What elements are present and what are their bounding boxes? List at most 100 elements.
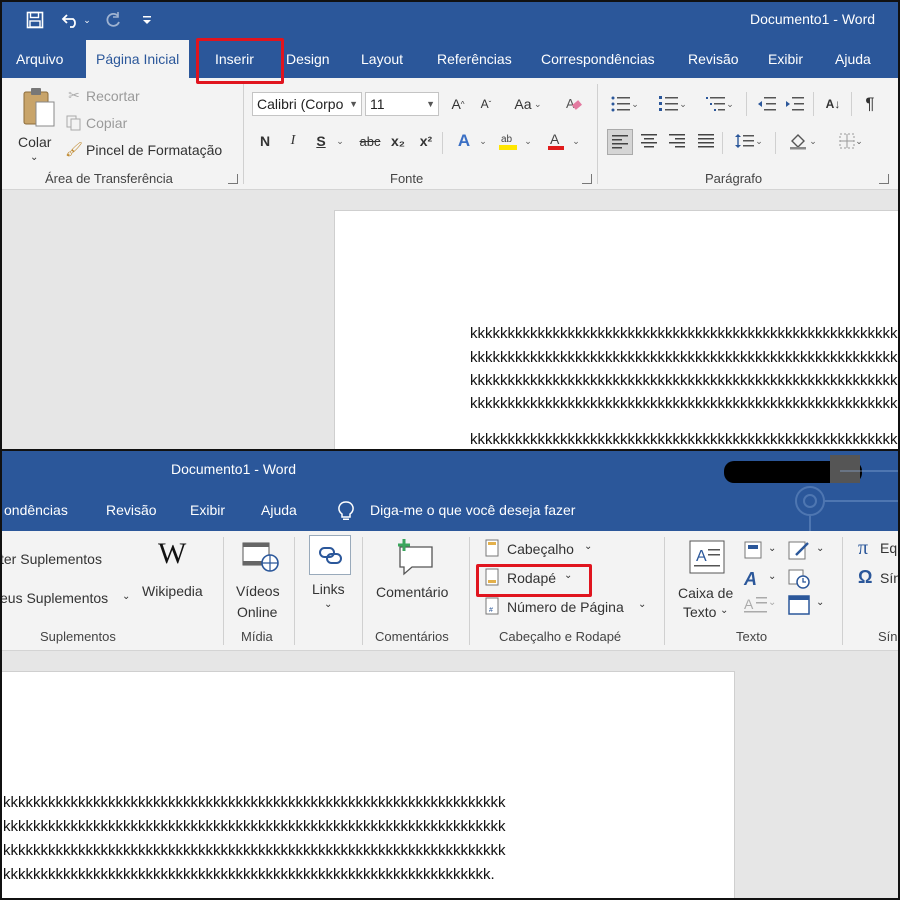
tab-pagina-inicial[interactable]: Página Inicial: [86, 40, 190, 78]
chevron-down-icon[interactable]: ⌄: [720, 605, 728, 616]
customize-qat-icon[interactable]: [134, 8, 160, 32]
date-time-icon[interactable]: [788, 567, 810, 589]
page-number-button[interactable]: Número de Página: [507, 599, 624, 615]
format-painter-icon[interactable]: 🖌: [64, 140, 84, 158]
strikethrough-button[interactable]: abc: [354, 129, 386, 153]
tab-revisao[interactable]: Revisão: [684, 40, 743, 78]
cut-button[interactable]: Recortar: [86, 88, 140, 104]
text-box-label[interactable]: Caixa de: [678, 585, 733, 601]
subscript-button[interactable]: x₂: [386, 129, 410, 153]
grow-font-icon[interactable]: A ^: [446, 92, 470, 116]
align-center-icon[interactable]: [637, 129, 661, 153]
chevron-down-icon[interactable]: ⌄: [564, 570, 572, 581]
chevron-down-icon[interactable]: ⌄: [122, 591, 130, 602]
justify-icon[interactable]: [694, 129, 718, 153]
equation-button[interactable]: Eq: [880, 540, 897, 556]
decrease-indent-icon[interactable]: [755, 92, 779, 116]
comment-button[interactable]: Comentário: [376, 584, 448, 600]
save-icon[interactable]: [22, 8, 48, 32]
numbering-icon[interactable]: ⌄: [655, 92, 691, 116]
tab-referencias[interactable]: Referências: [433, 40, 516, 78]
tab-ajuda[interactable]: Ajuda: [257, 489, 301, 531]
link-icon[interactable]: [309, 535, 351, 575]
chevron-down-icon[interactable]: ⌄: [768, 571, 776, 582]
document-page[interactable]: kkkkkkkkkkkkkkkkkkkkkkkkkkkkkkkkkkkkkkkk…: [334, 210, 900, 449]
font-size-combo[interactable]: 11 ▼: [365, 92, 439, 116]
chevron-down-icon[interactable]: ⌄: [768, 597, 776, 608]
chevron-down-icon[interactable]: ⌄: [569, 129, 583, 153]
bullets-icon[interactable]: ⌄: [607, 92, 643, 116]
chevron-down-icon[interactable]: ⌄: [324, 599, 332, 610]
footer-icon[interactable]: [485, 568, 501, 586]
wordart-icon[interactable]: A: [744, 569, 762, 589]
online-video-label[interactable]: Vídeos: [236, 583, 280, 599]
chevron-down-icon[interactable]: ⌄: [521, 129, 535, 153]
undo-icon[interactable]: ⌄: [58, 8, 94, 32]
tab-correspondencias[interactable]: Correspondências: [537, 40, 659, 78]
wikipedia-button[interactable]: Wikipedia: [142, 583, 203, 599]
symbol-icon[interactable]: Ω: [858, 567, 872, 588]
online-video-icon[interactable]: [242, 541, 280, 573]
superscript-button[interactable]: x²: [414, 129, 438, 153]
multilevel-list-icon[interactable]: ⌄: [702, 92, 738, 116]
align-right-icon[interactable]: [665, 129, 689, 153]
header-button[interactable]: Cabeçalho: [507, 541, 574, 557]
italic-button[interactable]: I: [281, 129, 305, 153]
footer-button[interactable]: Rodapé: [507, 570, 556, 586]
text-box-icon[interactable]: A: [688, 539, 726, 577]
clipboard-dialog-launcher[interactable]: [228, 174, 238, 184]
tab-correspondencias[interactable]: ondências: [0, 489, 72, 531]
tell-me-search[interactable]: Diga-me o que você deseja fazer: [366, 489, 579, 531]
quick-parts-icon[interactable]: [744, 541, 762, 559]
show-formatting-icon[interactable]: ¶: [858, 92, 882, 116]
tab-arquivo[interactable]: Arquivo: [12, 40, 67, 78]
chevron-down-icon[interactable]: ⌄: [476, 129, 490, 153]
underline-button[interactable]: S: [309, 129, 333, 153]
symbol-button[interactable]: Sín: [880, 570, 900, 586]
borders-icon[interactable]: ⌄: [832, 129, 870, 153]
redo-icon[interactable]: [100, 8, 126, 32]
highlight-color-icon[interactable]: ab: [496, 129, 520, 153]
tab-design[interactable]: Design: [282, 40, 334, 78]
sort-icon[interactable]: A↓: [821, 92, 845, 116]
chevron-down-icon[interactable]: ⌄: [584, 541, 592, 552]
comment-icon[interactable]: [394, 537, 436, 577]
page-number-icon[interactable]: #: [485, 597, 501, 615]
online-video-label-2[interactable]: Online: [237, 604, 277, 620]
increase-indent-icon[interactable]: [783, 92, 807, 116]
font-dialog-launcher[interactable]: [582, 174, 592, 184]
change-case-button[interactable]: Aa ⌄: [508, 92, 548, 116]
object-icon[interactable]: [788, 595, 810, 615]
clear-formatting-icon[interactable]: A: [562, 92, 586, 116]
cut-icon[interactable]: ✂: [64, 86, 84, 104]
get-addins-button[interactable]: ter Suplementos: [0, 551, 102, 567]
chevron-down-icon[interactable]: ⌄: [816, 597, 824, 608]
paragraph-dialog-launcher[interactable]: [879, 174, 889, 184]
font-name-combo[interactable]: Calibri (Corpo ▼: [252, 92, 362, 116]
header-icon[interactable]: [485, 539, 501, 557]
align-left-icon[interactable]: [607, 129, 633, 155]
copy-icon[interactable]: [64, 114, 84, 132]
bold-button[interactable]: N: [253, 129, 277, 153]
line-spacing-icon[interactable]: ⌄: [730, 129, 768, 153]
document-page[interactable]: kkkkkkkkkkkkkkkkkkkkkkkkkkkkkkkkkkkkkkkk…: [0, 671, 735, 900]
format-painter-button[interactable]: Pincel de Formatação: [86, 142, 222, 158]
tab-ajuda[interactable]: Ajuda: [831, 40, 875, 78]
text-effects-icon[interactable]: A: [452, 129, 476, 153]
tab-exibir[interactable]: Exibir: [764, 40, 807, 78]
chevron-down-icon[interactable]: ⌄: [333, 129, 347, 153]
chevron-down-icon[interactable]: ⌄: [768, 543, 776, 554]
wikipedia-icon[interactable]: W: [158, 537, 186, 571]
paste-button[interactable]: Colar ⌄: [16, 86, 60, 170]
text-box-label-2[interactable]: Texto: [683, 604, 716, 620]
signature-line-icon[interactable]: [788, 539, 810, 561]
tab-exibir[interactable]: Exibir: [186, 489, 229, 531]
tab-inserir[interactable]: Inserir: [211, 40, 258, 78]
links-button[interactable]: Links: [312, 581, 345, 597]
shrink-font-icon[interactable]: Aˇ: [474, 92, 498, 116]
equation-icon[interactable]: π: [858, 537, 868, 560]
tab-revisao[interactable]: Revisão: [102, 489, 161, 531]
font-color-icon[interactable]: A: [544, 129, 568, 153]
my-addins-button[interactable]: eus Suplementos: [0, 590, 108, 606]
tab-layout[interactable]: Layout: [357, 40, 407, 78]
